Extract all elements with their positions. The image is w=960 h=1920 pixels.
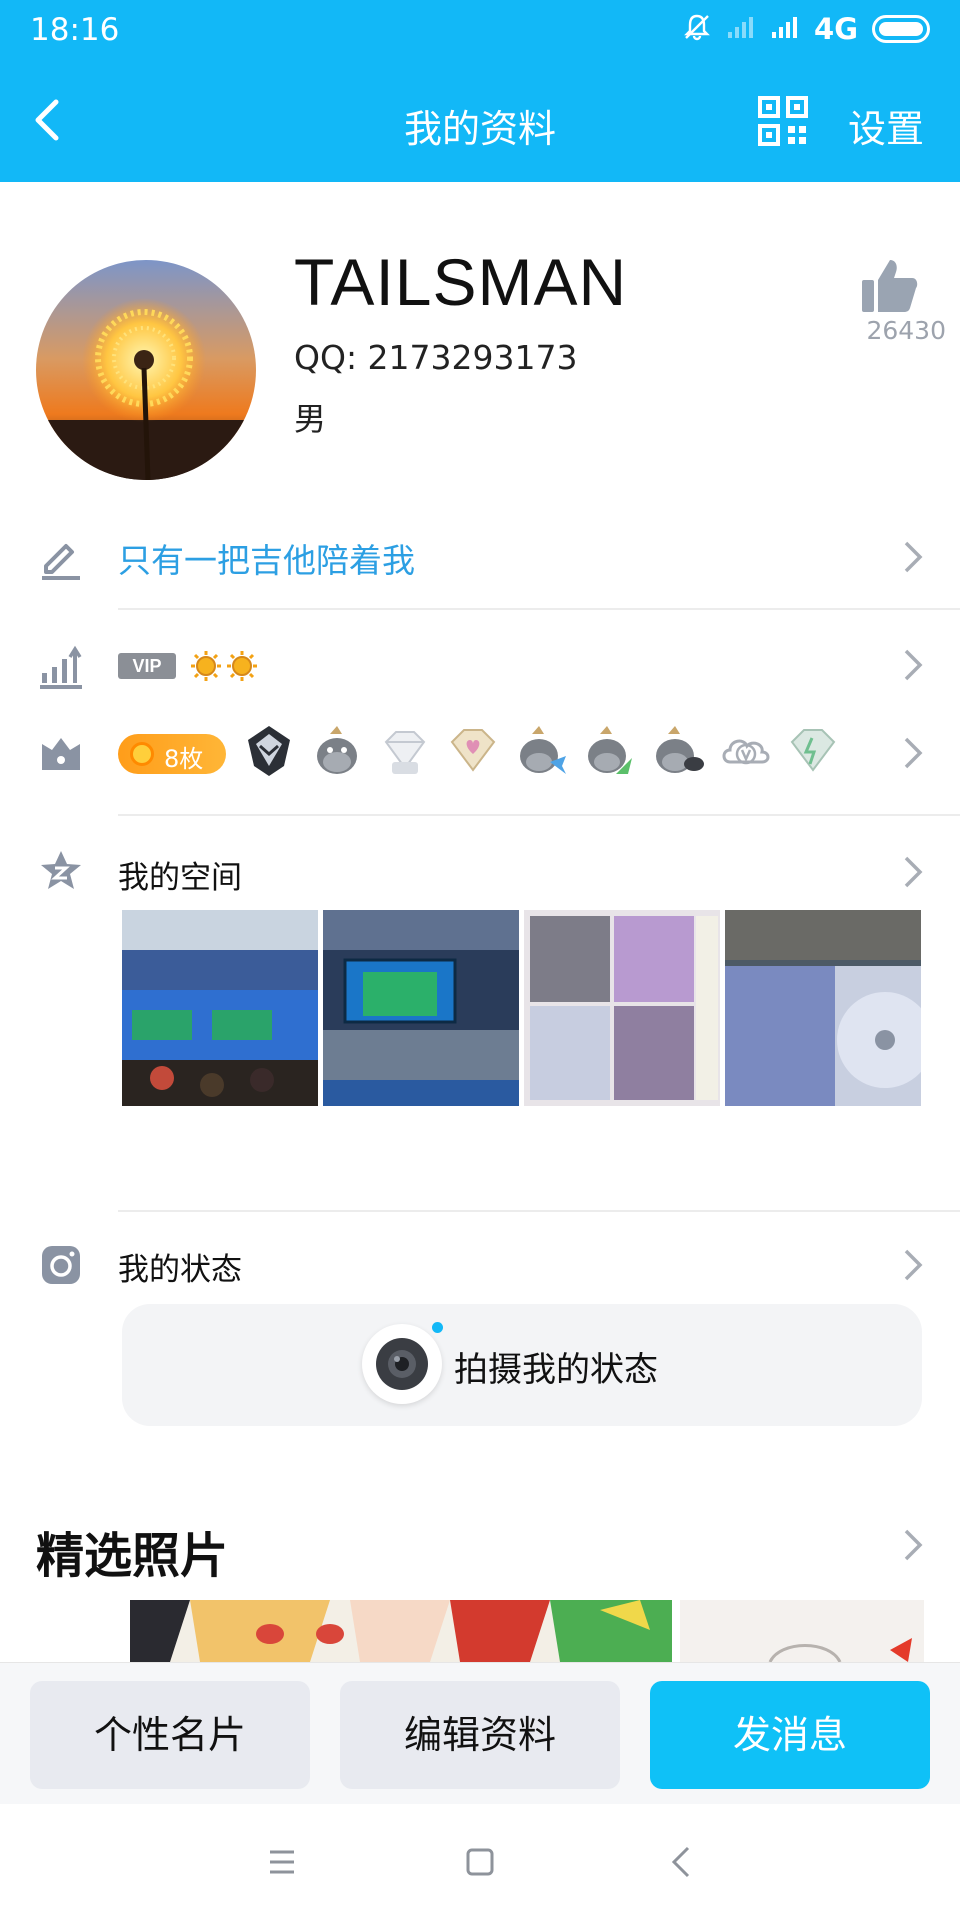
heart-diamond-badge-icon — [444, 722, 502, 780]
signature-chevron-icon[interactable] — [902, 540, 924, 574]
featured-photo-anime[interactable] — [130, 1600, 672, 1662]
divider — [118, 1210, 960, 1212]
like-button[interactable] — [860, 258, 920, 314]
sun-level-icon — [190, 650, 222, 682]
featured-chevron-icon[interactable] — [902, 1528, 924, 1562]
qzone-photo-cd[interactable] — [725, 910, 921, 1106]
edit-signature-icon — [38, 534, 84, 580]
qq-number: QQ: 2173293173 — [294, 338, 578, 377]
signal-icon — [770, 14, 800, 44]
sun-level-icon — [226, 650, 258, 682]
medal-count-badge[interactable]: 8枚 — [118, 734, 226, 774]
network-type: 4G — [814, 12, 858, 46]
gender: 男 — [294, 400, 327, 438]
like-count: 26430 — [866, 316, 946, 345]
green-diamond-badge-icon — [784, 722, 842, 780]
status-icons: 4G — [682, 12, 930, 46]
medal-box-icon — [38, 730, 84, 776]
level-chart-icon — [38, 643, 84, 689]
signal-weak-icon — [726, 14, 756, 44]
settings-button[interactable]: 设置 — [848, 98, 924, 153]
album-covers-image — [524, 910, 720, 1106]
anime-art-image — [130, 1600, 672, 1662]
featured-photos-title[interactable]: 精选照片 — [36, 1516, 228, 1586]
profile-card-button[interactable]: 个性名片 — [30, 1681, 310, 1789]
penguin-dark-badge-icon — [648, 722, 706, 780]
capture-status-label: 拍摄我的状态 — [454, 1350, 658, 1390]
stadium-image — [122, 910, 318, 1106]
nav-bar: 我的资料 设置 — [0, 80, 960, 160]
signature-text[interactable]: 只有一把吉他陪着我 — [118, 534, 415, 582]
moments-chevron-icon[interactable] — [902, 1248, 924, 1282]
new-dot-indicator — [432, 1322, 443, 1333]
qr-code-icon — [758, 96, 808, 146]
mute-icon — [682, 12, 712, 46]
avatar[interactable] — [36, 260, 256, 480]
app-header: 18:16 4G 我的资料 设置 — [0, 0, 960, 182]
qzone-photo-albums[interactable] — [524, 910, 720, 1106]
vip-chevron-icon[interactable] — [902, 648, 924, 682]
cloud-v-badge-icon — [716, 722, 774, 780]
moments-label[interactable]: 我的状态 — [118, 1244, 242, 1289]
dandelion-sunset-image — [36, 260, 256, 480]
capture-status-button[interactable]: 拍摄我的状态 — [122, 1304, 922, 1426]
profile-name: TAILSMAN — [294, 245, 628, 319]
action-bar: 个性名片 编辑资料 发消息 — [0, 1662, 960, 1804]
featured-photo-sketch[interactable] — [680, 1600, 924, 1662]
qzone-label[interactable]: 我的空间 — [118, 852, 242, 897]
qr-code-button[interactable] — [758, 96, 808, 146]
qzone-photo-screen[interactable] — [323, 910, 519, 1106]
camera-icon — [362, 1324, 442, 1404]
sketch-image — [680, 1600, 924, 1662]
system-back-icon[interactable] — [662, 1842, 702, 1882]
qzone-star-icon — [38, 848, 84, 894]
edit-profile-button[interactable]: 编辑资料 — [340, 1681, 620, 1789]
penguin-fish-badge-icon — [512, 722, 570, 780]
home-icon[interactable] — [460, 1842, 500, 1882]
arena-screen-image — [323, 910, 519, 1106]
penguin-leaf-badge-icon — [580, 722, 638, 780]
battery-icon — [872, 15, 930, 43]
menu-icon[interactable] — [262, 1842, 302, 1882]
penguin-badge-icon — [308, 722, 366, 780]
divider — [118, 814, 960, 816]
divider — [118, 608, 960, 610]
coin-icon — [130, 742, 154, 766]
qzone-photo-stadium[interactable] — [122, 910, 318, 1106]
thumbs-up-icon — [862, 260, 918, 312]
status-bar: 18:16 4G — [0, 0, 960, 62]
camera-app-icon — [38, 1242, 84, 1288]
status-time: 18:16 — [30, 12, 120, 48]
dark-crest-badge-icon — [240, 722, 298, 780]
send-message-button[interactable]: 发消息 — [650, 1681, 930, 1789]
system-nav-bar — [0, 1804, 960, 1920]
medal-count: 8枚 — [164, 745, 204, 773]
cd-case-image — [725, 910, 921, 1106]
qzone-chevron-icon[interactable] — [902, 855, 924, 889]
diamond-lv1-badge-icon — [376, 722, 434, 780]
page-title: 我的资料 — [403, 107, 556, 151]
medals-chevron-icon[interactable] — [902, 736, 924, 770]
vip-badge[interactable]: VIP — [118, 653, 176, 679]
